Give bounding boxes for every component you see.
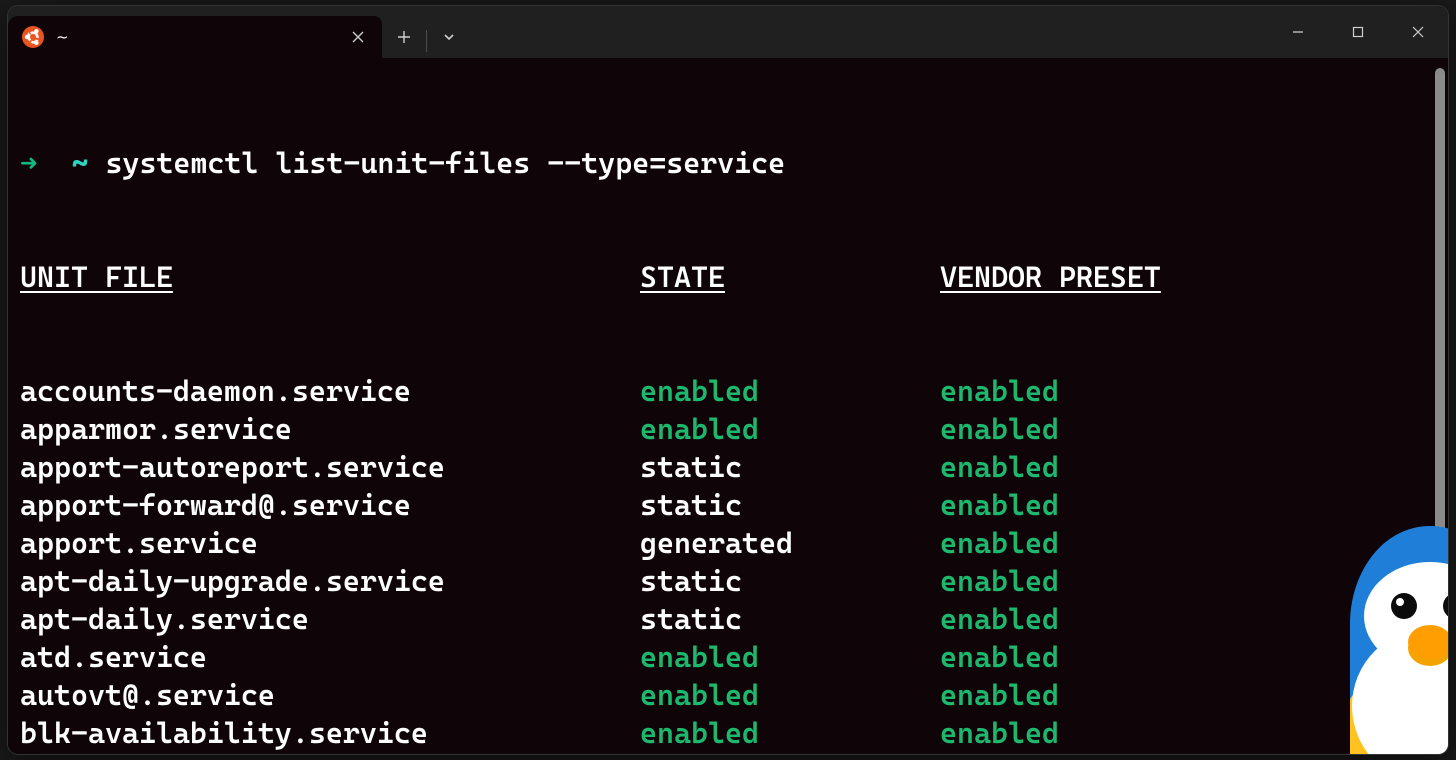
cell-unit-file: blk-availability.service	[20, 714, 640, 752]
tab-active[interactable]: ~	[8, 16, 382, 58]
title-bar: ~	[8, 6, 1448, 58]
table-row: bolt.servicestaticenabled	[20, 752, 1436, 754]
tab-close-button[interactable]	[342, 21, 374, 53]
table-row: apt-daily-upgrade.servicestaticenabled	[20, 562, 1436, 600]
cell-state: enabled	[640, 714, 940, 752]
table-row: apport-autoreport.servicestaticenabled	[20, 448, 1436, 486]
ubuntu-icon	[22, 26, 44, 48]
col-unit-file: UNIT FILE	[20, 258, 640, 296]
cell-state: static	[640, 486, 940, 524]
table-row: apport.servicegeneratedenabled	[20, 524, 1436, 562]
window-maximize-button[interactable]	[1328, 6, 1388, 58]
cell-state: enabled	[640, 676, 940, 714]
table-row: apparmor.serviceenabledenabled	[20, 410, 1436, 448]
prompt-arrow: ➜	[20, 146, 37, 180]
cell-unit-file: apport-forward@.service	[20, 486, 640, 524]
table-header: UNIT FILESTATEVENDOR PRESET	[20, 258, 1436, 296]
scrollbar[interactable]	[1435, 68, 1445, 744]
cell-state: generated	[640, 524, 940, 562]
cell-vendor-preset: enabled	[940, 600, 1436, 638]
cell-state: enabled	[640, 638, 940, 676]
table-row: blk-availability.serviceenabledenabled	[20, 714, 1436, 752]
col-state: STATE	[640, 258, 940, 296]
cell-unit-file: autovt@.service	[20, 676, 640, 714]
table-row: apt-daily.servicestaticenabled	[20, 600, 1436, 638]
cell-state: static	[640, 600, 940, 638]
table-row: autovt@.serviceenabledenabled	[20, 676, 1436, 714]
cell-unit-file: accounts-daemon.service	[20, 372, 640, 410]
new-tab-button[interactable]	[382, 18, 426, 56]
table-row: accounts-daemon.serviceenabledenabled	[20, 372, 1436, 410]
cell-unit-file: apport-autoreport.service	[20, 448, 640, 486]
table-row: apport-forward@.servicestaticenabled	[20, 486, 1436, 524]
cell-vendor-preset: enabled	[940, 486, 1436, 524]
tab-strip	[382, 6, 1448, 58]
terminal-viewport[interactable]: ➜ ~ systemctl list-unit-files --type=ser…	[8, 58, 1448, 754]
table-row: atd.serviceenabledenabled	[20, 638, 1436, 676]
cell-state: enabled	[640, 372, 940, 410]
terminal-window: ~	[8, 6, 1448, 754]
window-close-button[interactable]	[1388, 6, 1448, 58]
prompt-line: ➜ ~ systemctl list-unit-files --type=ser…	[20, 144, 1436, 182]
window-minimize-button[interactable]	[1268, 6, 1328, 58]
cell-unit-file: apt-daily-upgrade.service	[20, 562, 640, 600]
table-body: accounts-daemon.serviceenabledenabledapp…	[20, 372, 1436, 754]
prompt-cwd: ~	[71, 146, 88, 180]
cell-vendor-preset: enabled	[940, 676, 1436, 714]
cell-vendor-preset: enabled	[940, 372, 1436, 410]
cell-state: static	[640, 752, 940, 754]
col-vendor-preset: VENDOR PRESET	[940, 258, 1436, 296]
scrollbar-thumb[interactable]	[1435, 68, 1445, 595]
cell-vendor-preset: enabled	[940, 638, 1436, 676]
tab-title: ~	[56, 28, 330, 46]
cell-unit-file: apt-daily.service	[20, 600, 640, 638]
cell-unit-file: apport.service	[20, 524, 640, 562]
cell-vendor-preset: enabled	[940, 562, 1436, 600]
cell-state: static	[640, 448, 940, 486]
cell-state: enabled	[640, 410, 940, 448]
cell-unit-file: apparmor.service	[20, 410, 640, 448]
cell-unit-file: atd.service	[20, 638, 640, 676]
cell-vendor-preset: enabled	[940, 714, 1436, 752]
prompt-command: systemctl list-unit-files --type=service	[105, 146, 785, 180]
cell-vendor-preset: enabled	[940, 524, 1436, 562]
tab-dropdown-button[interactable]	[427, 18, 471, 56]
cell-state: static	[640, 562, 940, 600]
cell-unit-file: bolt.service	[20, 752, 640, 754]
cell-vendor-preset: enabled	[940, 410, 1436, 448]
cell-vendor-preset: enabled	[940, 752, 1436, 754]
cell-vendor-preset: enabled	[940, 448, 1436, 486]
